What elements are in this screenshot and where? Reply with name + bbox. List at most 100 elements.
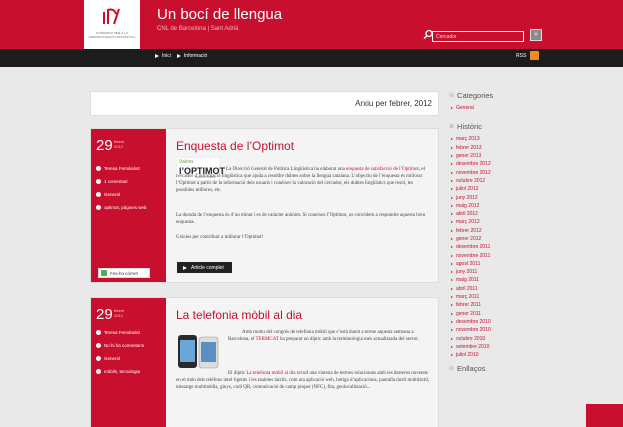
archive-link[interactable]: gener 2012 [449, 235, 539, 243]
categories-heading: ⊖ Categories [449, 91, 539, 100]
link-label: juny 2011 [456, 269, 478, 276]
comments-label: 1 comentari [104, 179, 128, 184]
link-label: juliol 2012 [456, 186, 479, 193]
link-label: setembre 2010 [456, 343, 490, 350]
archive-link[interactable]: febrer 2013 [449, 144, 539, 152]
link-label: juny 2012 [456, 194, 478, 201]
user-icon [96, 330, 101, 335]
archive-link[interactable]: juny 2011 [449, 268, 539, 276]
post-author[interactable]: Teresa Fernández [96, 166, 140, 171]
author-label: Teresa Fernández [104, 166, 141, 171]
categories-list: General [449, 104, 539, 112]
category-label: General [104, 356, 121, 361]
archive-link[interactable]: novembre 2012 [449, 168, 539, 176]
bullet-icon [451, 204, 453, 207]
nav-item-info[interactable]: Informació [176, 53, 207, 59]
diptic-link[interactable]: La telefonia mòbil al dia [246, 371, 295, 376]
post-category[interactable]: General [96, 192, 120, 197]
link-label: desembre 2012 [456, 161, 491, 168]
rss-icon[interactable] [530, 51, 539, 60]
archive-link[interactable]: maig 2011 [449, 276, 539, 284]
link-label: febrer 2012 [456, 227, 482, 234]
post-year: 2012 [114, 313, 123, 318]
archive-link[interactable]: novembre 2010 [449, 326, 539, 334]
archive-link[interactable]: juliol 2010 [449, 351, 539, 359]
link-label: agost 2011 [456, 260, 481, 267]
archive-link[interactable]: desembre 2011 [449, 243, 539, 251]
toggle-icon[interactable]: ⊖ [449, 365, 454, 372]
archive-link[interactable]: agost 2011 [449, 260, 539, 268]
post-title[interactable]: La telefonia mòbil al dia [176, 308, 302, 322]
site-subtitle: CNL de Barcelona | Sant Adrià [157, 26, 239, 32]
site-logo[interactable]: CONSORCI PER A LA NORMALITZACIÓ LINGÜÍST… [84, 0, 140, 49]
archive-link[interactable]: juliol 2012 [449, 185, 539, 193]
category-link[interactable]: General [449, 104, 539, 112]
archive-link[interactable]: juny 2012 [449, 193, 539, 201]
archive-link[interactable]: abril 2012 [449, 210, 539, 218]
archive-link[interactable]: desembre 2012 [449, 160, 539, 168]
links-heading: ⊖ Enllaços [449, 364, 539, 373]
post-tags[interactable]: optimot, pàgines web [96, 205, 147, 210]
search-input[interactable] [432, 31, 524, 42]
tags-label: mòbils, tecnologia [104, 369, 141, 374]
post-meta: 29 febrer 2012 Teresa Fernández 1 comenta… [91, 129, 166, 282]
link-label: abril 2011 [456, 285, 478, 292]
archive-link[interactable]: abril 2011 [449, 285, 539, 293]
link-label: gener 2011 [456, 310, 481, 317]
archive-link[interactable]: setembre 2010 [449, 343, 539, 351]
post-year: 2012 [114, 144, 123, 149]
bullet-icon [451, 287, 453, 290]
play-icon [176, 54, 181, 58]
archive-link[interactable]: març 2013 [449, 135, 539, 143]
heading-label: Històric [457, 122, 483, 132]
toggle-icon[interactable]: ⊕ [449, 123, 454, 130]
text: La Direcció General de Política Lingüíst… [226, 167, 347, 172]
post-tags[interactable]: mòbils, tecnologia [96, 369, 140, 374]
bullet-icon [451, 345, 453, 348]
archive-link[interactable]: octubre 2012 [449, 177, 539, 185]
page-wrapper: CONSORCI PER A LA NORMALITZACIÓ LINGÜÍST… [84, 0, 542, 427]
post-title[interactable]: Enquesta de l’Optimot [176, 139, 294, 153]
link-label: maig 2012 [456, 202, 480, 209]
bullet-icon [451, 262, 453, 265]
facebook-icon [101, 270, 107, 276]
archive-link[interactable]: març 2011 [449, 293, 539, 301]
toggle-icon[interactable]: ⊖ [449, 92, 454, 99]
historic-heading: ⊕ Històric [449, 122, 539, 131]
bullet-icon [451, 238, 453, 240]
survey-link[interactable]: enquesta de satisfacció de l’Optimot [346, 167, 419, 172]
link-label: juliol 2010 [456, 352, 479, 359]
nav-item-home[interactable]: Inici [155, 53, 171, 59]
archive-link[interactable]: octubre 2010 [449, 334, 539, 342]
archive-link[interactable]: març 2012 [449, 218, 539, 226]
archive-link[interactable]: febrer 2011 [449, 301, 539, 309]
post-category[interactable]: General [96, 356, 120, 361]
folder-icon [96, 356, 101, 361]
heading-label: Enllaços [457, 364, 486, 374]
link-label: febrer 2011 [456, 302, 482, 309]
archive-link[interactable]: maig 2012 [449, 202, 539, 210]
archive-link[interactable]: novembre 2011 [449, 251, 539, 259]
post-comments[interactable]: 1 comentari [96, 179, 128, 184]
read-more-button[interactable]: Article complet [177, 262, 232, 273]
archive-link[interactable]: febrer 2012 [449, 227, 539, 235]
post-comments[interactable]: No hi ha comentaris [96, 343, 144, 348]
link-label: novembre 2010 [456, 327, 491, 334]
post-card: 29 febrer 2012 Teresa Fernández No hi ha … [90, 297, 439, 427]
bullet-icon [451, 163, 453, 166]
search-button[interactable]: » [530, 29, 542, 41]
link-label: febrer 2013 [456, 144, 482, 151]
folder-icon [96, 192, 101, 197]
archive-link[interactable]: desembre 2010 [449, 318, 539, 326]
link-label: desembre 2011 [456, 244, 491, 251]
site-title[interactable]: Un bocí de llengua [157, 6, 282, 23]
share-button[interactable]: Fes-ho córrer! [98, 268, 150, 278]
rss-label[interactable]: RSS [516, 53, 526, 59]
bullet-icon [451, 304, 453, 307]
post-author[interactable]: Teresa Fernández [96, 330, 140, 335]
archive-link[interactable]: gener 2013 [449, 152, 539, 160]
link-label: març 2013 [456, 136, 480, 143]
termcat-link[interactable]: TERMCAT [256, 337, 279, 342]
link-label: març 2012 [456, 219, 480, 226]
archive-link[interactable]: gener 2011 [449, 310, 539, 318]
